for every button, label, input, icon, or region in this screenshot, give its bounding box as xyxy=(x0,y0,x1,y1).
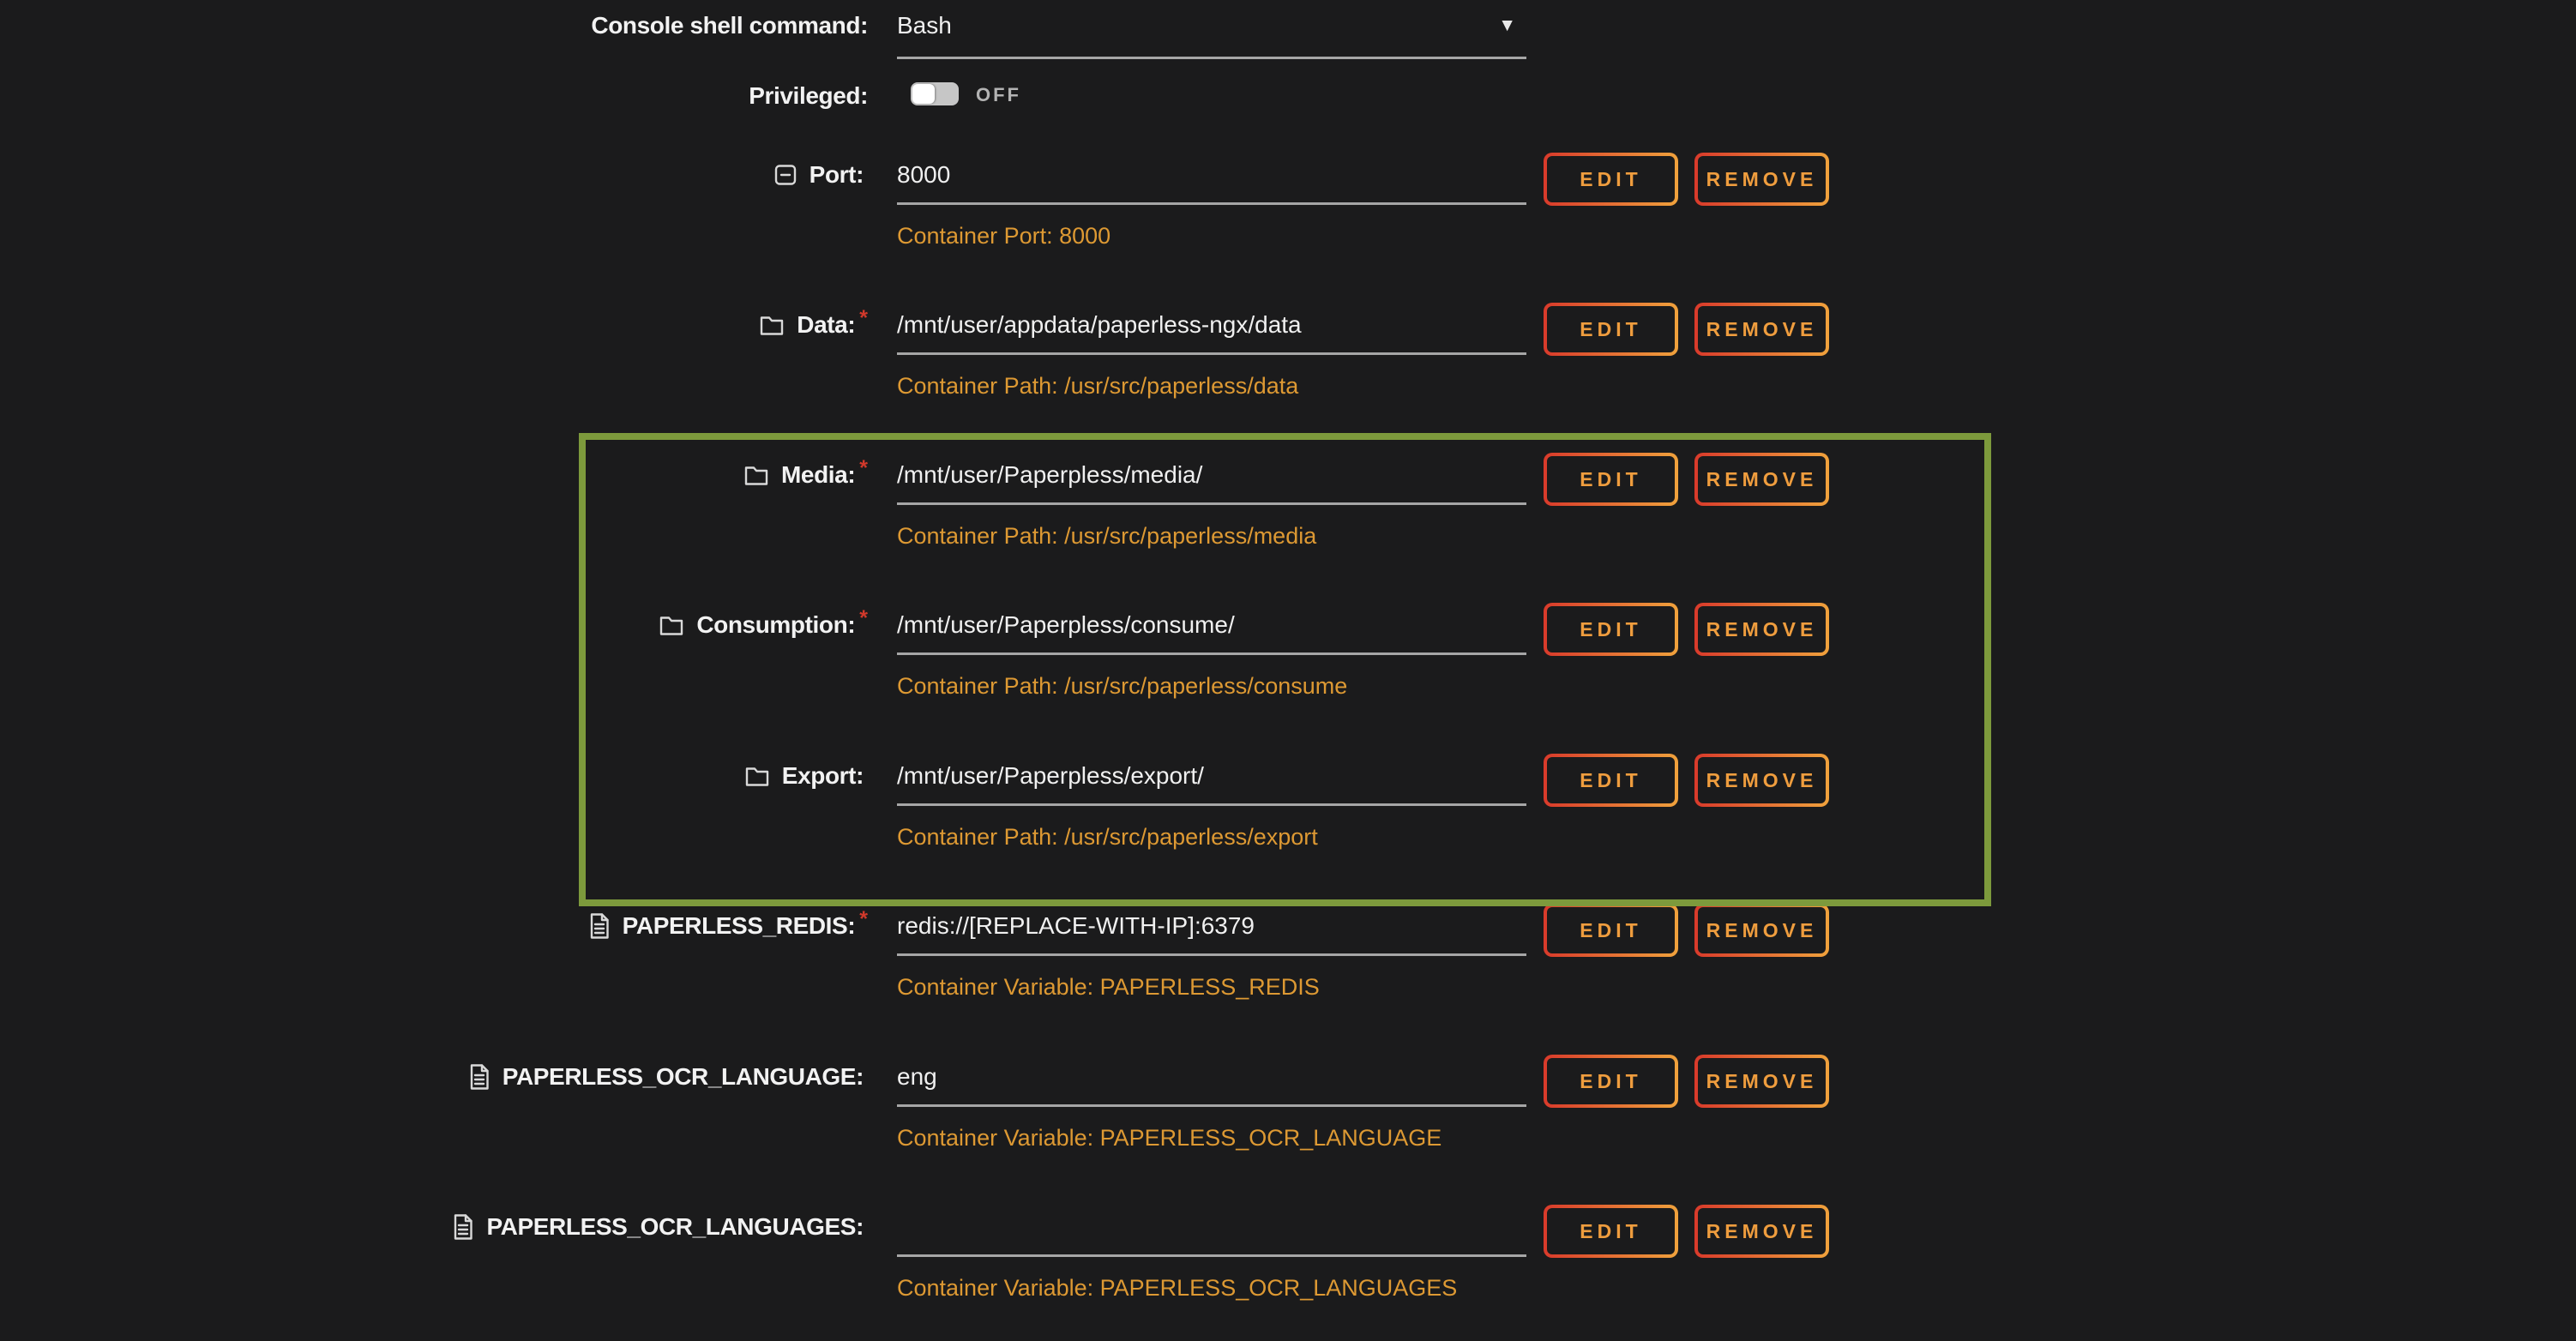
input-underline xyxy=(897,803,1526,806)
paperless-ocr-languages-value-field[interactable] xyxy=(897,1213,1526,1244)
edit-button-label: EDIT xyxy=(1580,769,1641,792)
remove-button[interactable]: REMOVE xyxy=(1694,1055,1829,1108)
console-shell-command-label-cell: Console shell command: xyxy=(0,7,868,45)
input-underline xyxy=(897,202,1526,205)
required-asterisk: * xyxy=(859,608,868,629)
required-asterisk: * xyxy=(859,308,868,329)
field-label: Export: xyxy=(782,762,864,790)
helper-text: Container Variable: PAPERLESS_OCR_LANGUA… xyxy=(897,1125,1441,1152)
field-label: Data: xyxy=(797,311,855,339)
edit-button[interactable]: EDIT xyxy=(1544,1205,1678,1258)
helper-text: Container Variable: PAPERLESS_OCR_LANGUA… xyxy=(897,1275,1457,1302)
document-icon xyxy=(452,1213,474,1241)
privileged-toggle-state: OFF xyxy=(976,84,1021,106)
input-underline xyxy=(897,953,1526,956)
media-path-value-field[interactable]: /mnt/user/Paperpless/media/ xyxy=(897,461,1526,492)
edit-button[interactable]: EDIT xyxy=(1544,153,1678,206)
remove-button[interactable]: REMOVE xyxy=(1694,904,1829,957)
document-icon xyxy=(468,1063,491,1091)
field-label: Media: xyxy=(781,461,855,489)
folder-icon xyxy=(659,614,684,637)
input-underline xyxy=(897,652,1526,655)
field-row-media: Media: * /mnt/user/Paperpless/media/ Con… xyxy=(0,454,2576,566)
field-row-paperless-ocr-languages: PAPERLESS_OCR_LANGUAGES: Container Varia… xyxy=(0,1206,2576,1318)
remove-button-label: REMOVE xyxy=(1706,618,1818,641)
remove-button-label: REMOVE xyxy=(1706,168,1818,191)
paperless-redis-value-field[interactable]: redis://[REPLACE-WITH-IP]:6379 xyxy=(897,912,1526,943)
remove-button-label: REMOVE xyxy=(1706,1070,1818,1093)
privileged-label-cell: Privileged: xyxy=(0,77,868,115)
field-row-paperless-redis: PAPERLESS_REDIS: * redis://[REPLACE-WITH… xyxy=(0,905,2576,1017)
input-underline xyxy=(897,502,1526,505)
console-shell-command-value: Bash xyxy=(897,12,952,39)
field-label: PAPERLESS_OCR_LANGUAGE: xyxy=(503,1063,864,1091)
export-path-value-field[interactable]: /mnt/user/Paperpless/export/ xyxy=(897,762,1526,793)
remove-button-label: REMOVE xyxy=(1706,1220,1818,1243)
helper-text: Container Path: /usr/src/paperless/expor… xyxy=(897,824,1318,851)
field-row-paperless-ocr-language: PAPERLESS_OCR_LANGUAGE: eng Container Va… xyxy=(0,1056,2576,1168)
field-label: PAPERLESS_OCR_LANGUAGES: xyxy=(486,1213,864,1241)
remove-button[interactable]: REMOVE xyxy=(1694,603,1829,656)
helper-text: Container Path: /usr/src/paperless/media xyxy=(897,523,1316,550)
field-row-port: Port: 8000 Container Port: 8000 EDIT REM… xyxy=(0,154,2576,266)
remove-button-label: REMOVE xyxy=(1706,318,1818,341)
remove-button[interactable]: REMOVE xyxy=(1694,303,1829,356)
edit-button[interactable]: EDIT xyxy=(1544,1055,1678,1108)
document-icon xyxy=(588,912,611,940)
folder-icon xyxy=(744,765,770,788)
edit-button[interactable]: EDIT xyxy=(1544,453,1678,506)
data-path-value-field[interactable]: /mnt/user/appdata/paperless-ngx/data xyxy=(897,311,1526,342)
remove-button-label: REMOVE xyxy=(1706,769,1818,792)
helper-text: Container Path: /usr/src/paperless/consu… xyxy=(897,673,1347,700)
remove-button[interactable]: REMOVE xyxy=(1694,1205,1829,1258)
console-shell-command-label: Console shell command: xyxy=(591,12,868,39)
edit-button-label: EDIT xyxy=(1580,318,1641,341)
edit-button[interactable]: EDIT xyxy=(1544,904,1678,957)
port-value-field[interactable]: 8000 xyxy=(897,161,1526,192)
field-label: Port: xyxy=(810,161,864,189)
helper-text: Container Variable: PAPERLESS_REDIS xyxy=(897,974,1320,1001)
edit-button-label: EDIT xyxy=(1580,1070,1641,1093)
required-asterisk: * xyxy=(859,458,868,479)
privileged-label: Privileged: xyxy=(749,82,868,110)
edit-button[interactable]: EDIT xyxy=(1544,603,1678,656)
field-row-consumption: Consumption: * /mnt/user/Paperpless/cons… xyxy=(0,604,2576,716)
edit-button-label: EDIT xyxy=(1580,618,1641,641)
remove-button[interactable]: REMOVE xyxy=(1694,453,1829,506)
folder-icon xyxy=(743,464,769,487)
folder-icon xyxy=(759,314,785,337)
privileged-toggle[interactable] xyxy=(911,82,959,105)
edit-button-label: EDIT xyxy=(1580,1220,1641,1243)
remove-button-label: REMOVE xyxy=(1706,919,1818,942)
input-underline xyxy=(897,1104,1526,1107)
edit-button[interactable]: EDIT xyxy=(1544,303,1678,356)
field-label: Consumption: xyxy=(696,611,855,639)
field-label: PAPERLESS_REDIS: xyxy=(623,912,856,940)
consumption-path-value-field[interactable]: /mnt/user/Paperpless/consume/ xyxy=(897,611,1526,642)
toggle-knob xyxy=(912,84,935,104)
input-underline xyxy=(897,352,1526,355)
edit-button-label: EDIT xyxy=(1580,168,1641,191)
input-underline xyxy=(897,1254,1526,1257)
chevron-down-icon: ▼ xyxy=(1498,16,1516,34)
input-underline xyxy=(897,57,1526,59)
remove-button[interactable]: REMOVE xyxy=(1694,153,1829,206)
edit-button[interactable]: EDIT xyxy=(1544,754,1678,807)
paperless-ocr-language-value-field[interactable]: eng xyxy=(897,1063,1526,1094)
helper-text: Container Port: 8000 xyxy=(897,223,1110,250)
field-row-export: Export: /mnt/user/Paperpless/export/ Con… xyxy=(0,755,2576,867)
required-asterisk: * xyxy=(859,909,868,930)
edit-button-label: EDIT xyxy=(1580,919,1641,942)
remove-button[interactable]: REMOVE xyxy=(1694,754,1829,807)
field-row-data: Data: * /mnt/user/appdata/paperless-ngx/… xyxy=(0,304,2576,416)
helper-text: Container Path: /usr/src/paperless/data xyxy=(897,373,1298,400)
remove-button-label: REMOVE xyxy=(1706,468,1818,491)
port-icon xyxy=(773,163,797,187)
console-shell-command-select[interactable]: Bash ▼ xyxy=(897,5,1526,60)
edit-button-label: EDIT xyxy=(1580,468,1641,491)
